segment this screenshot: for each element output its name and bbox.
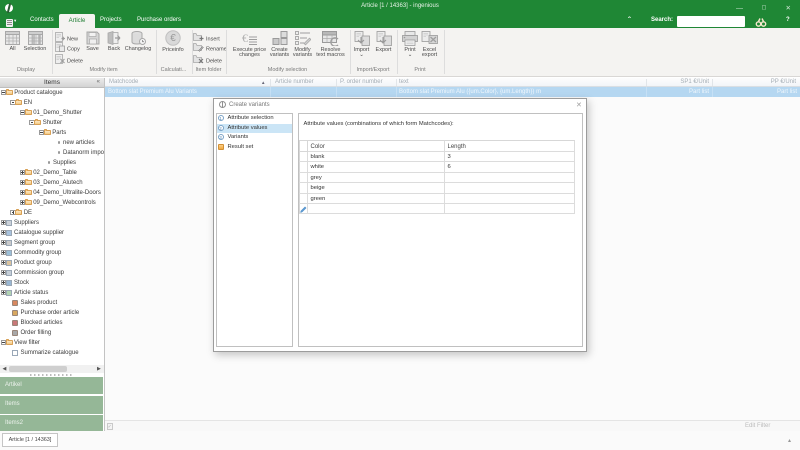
svg-text:€: € bbox=[170, 33, 176, 44]
svg-text:€: € bbox=[242, 31, 248, 45]
